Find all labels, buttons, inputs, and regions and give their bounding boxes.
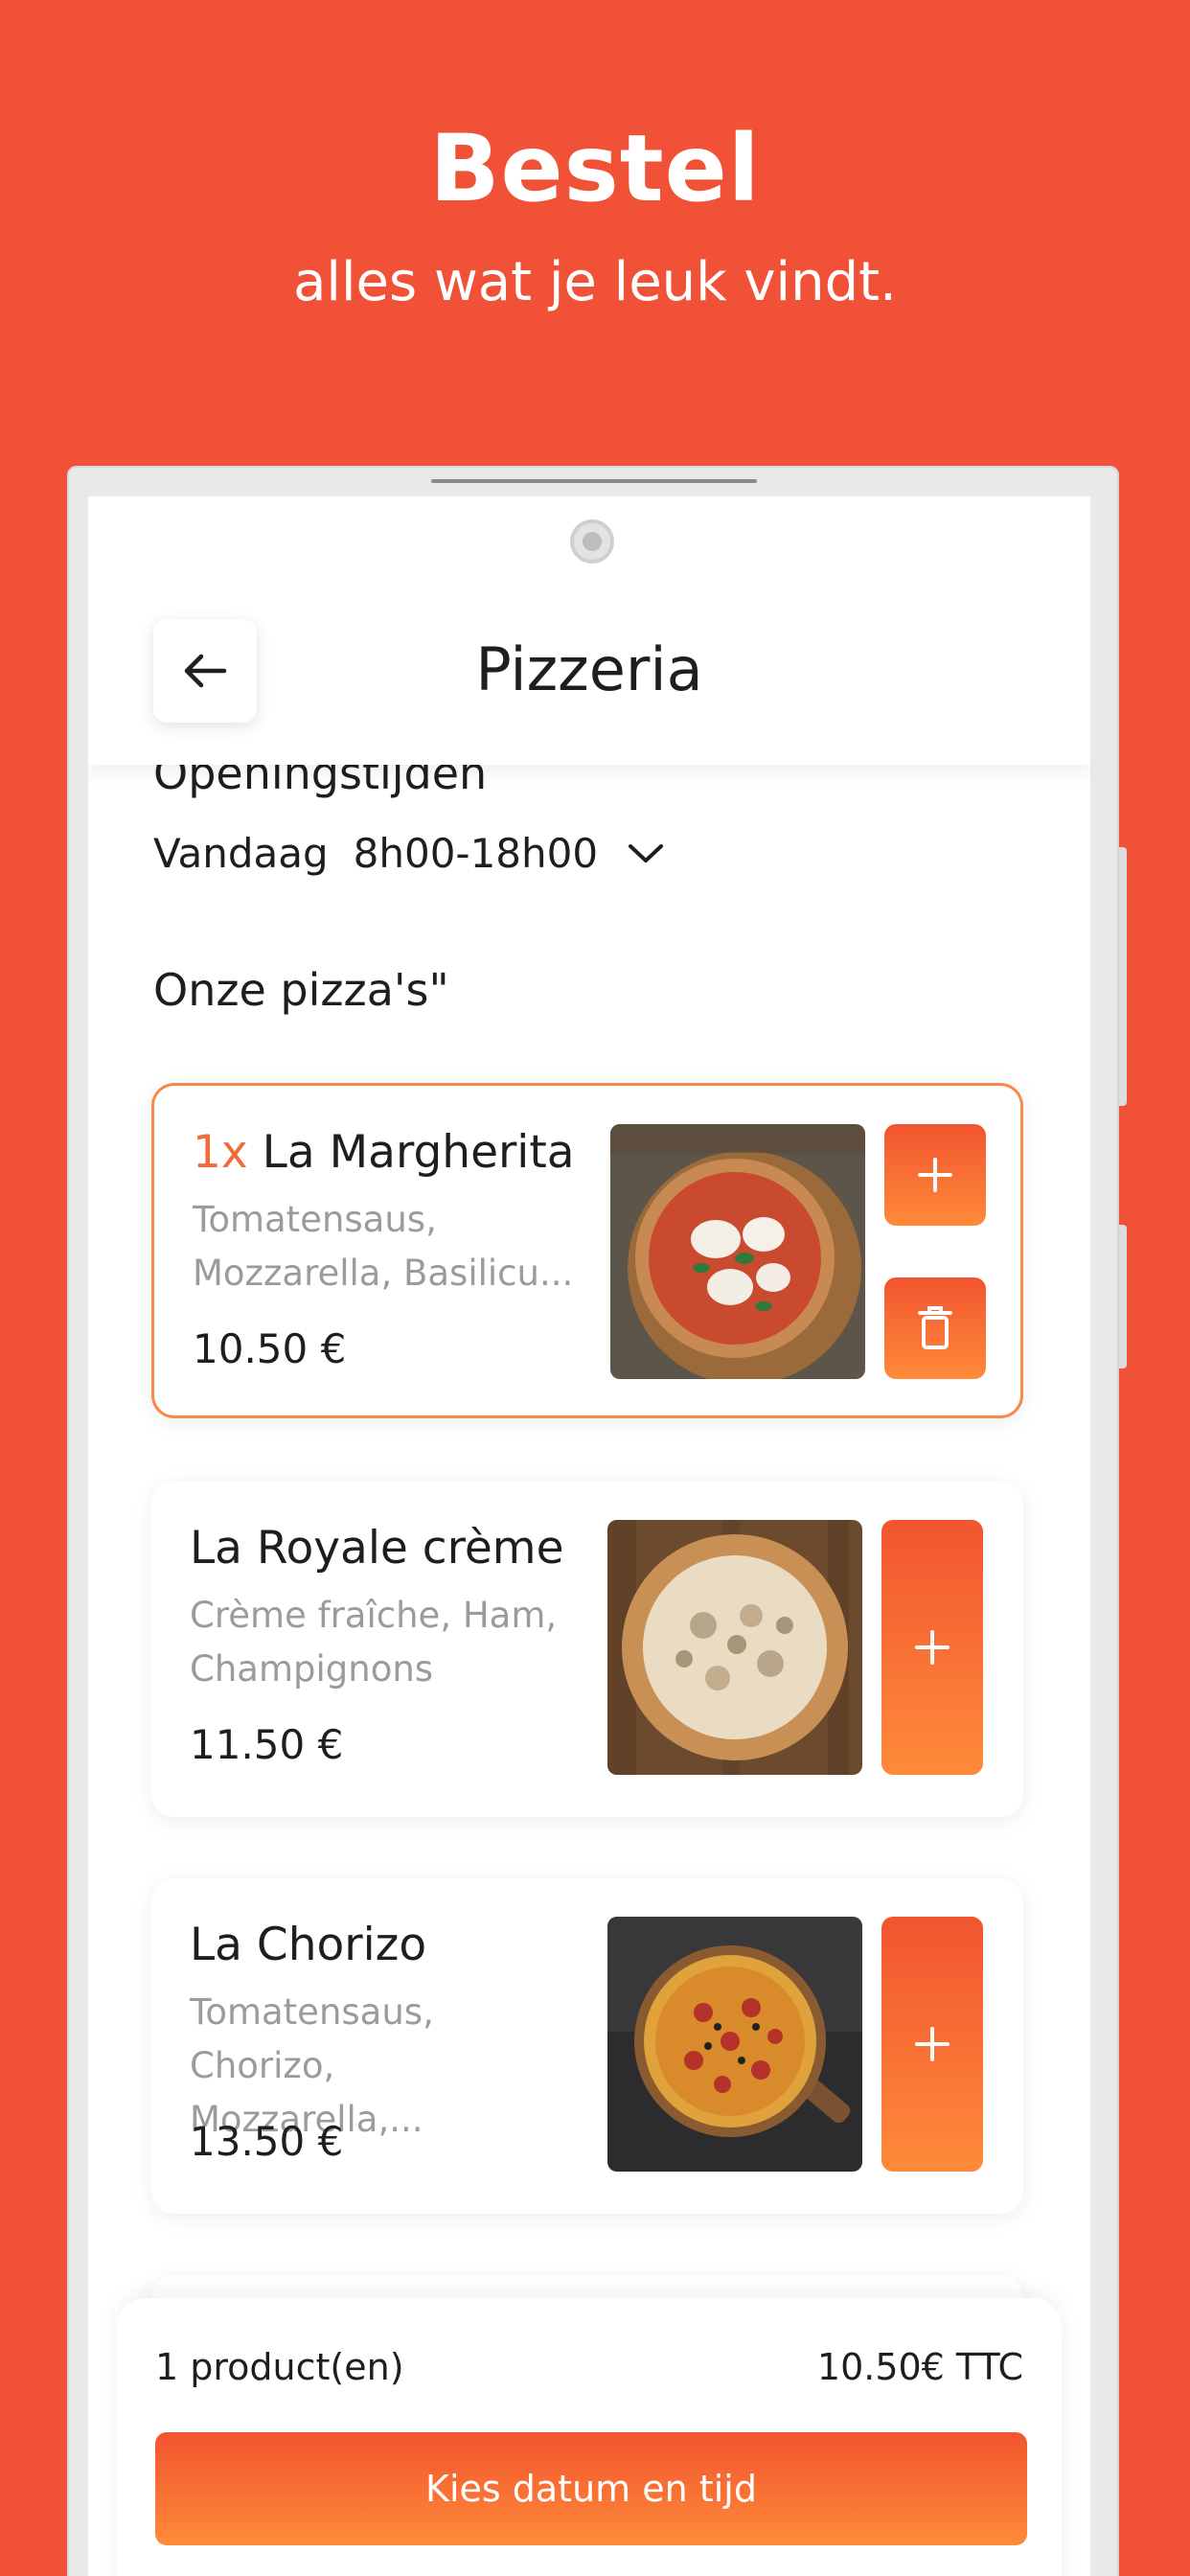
product-price: 13.50 € xyxy=(190,2118,344,2165)
product-name-row: La Royale crème xyxy=(190,1522,564,1575)
front-camera xyxy=(570,519,614,564)
cart-total: 10.50€ TTC xyxy=(816,2346,1023,2388)
product-description: Tomatensaus, Mozzarella, Basilicu... xyxy=(193,1199,574,1294)
chevron-down-icon[interactable] xyxy=(627,841,665,866)
add-button[interactable] xyxy=(881,1520,983,1775)
product-image xyxy=(610,1124,865,1379)
phone-frame: Openingstijden Vandaag 8h00-18h00 Onze p… xyxy=(67,466,1127,2576)
product-price: 10.50 € xyxy=(193,1325,347,1372)
opening-hours-time: 8h00-18h00 xyxy=(353,830,599,877)
product-name: La Chorizo xyxy=(190,1919,427,1971)
cart-bar: 1 product(en) 10.50€ TTC Kies datum en t… xyxy=(117,2298,1062,2576)
promo-title: Bestel xyxy=(429,115,761,222)
plus-icon xyxy=(915,2027,950,2061)
page-title: Pizzeria xyxy=(475,634,703,704)
plus-icon xyxy=(915,1630,950,1665)
opening-hours-row[interactable]: Vandaag 8h00-18h00 xyxy=(153,830,665,877)
app-header: Pizzeria xyxy=(88,496,1090,765)
choose-date-time-button[interactable]: Kies datum en tijd xyxy=(155,2432,1027,2545)
product-name-row: 1x La Margherita xyxy=(193,1126,575,1179)
phone-side-button xyxy=(1119,1225,1127,1368)
app-screen: Openingstijden Vandaag 8h00-18h00 Onze p… xyxy=(88,496,1090,2576)
product-card[interactable]: La Royale crème Crème fraîche, Ham, Cham… xyxy=(151,1482,1023,1817)
cart-count: 1 product(en) xyxy=(155,2346,404,2388)
phone-side-button xyxy=(1119,847,1127,1106)
product-description: Crème fraîche, Ham, Champignons xyxy=(190,1595,558,1690)
product-image xyxy=(607,1520,862,1775)
product-name: La Royale crème xyxy=(190,1522,564,1575)
product-card[interactable]: 1x La Margherita Tomatensaus, Mozzarella… xyxy=(151,1083,1023,1418)
product-name: La Margherita xyxy=(262,1126,575,1179)
product-quantity: 1x xyxy=(193,1126,248,1179)
section-title: Onze pizza's" xyxy=(153,964,449,1016)
product-price: 11.50 € xyxy=(190,1721,344,1768)
promo-subtitle: alles wat je leuk vindt. xyxy=(293,251,897,313)
product-card[interactable]: La Chorizo Tomatensaus, Chorizo, Mozzare… xyxy=(151,1878,1023,2214)
delete-button[interactable] xyxy=(884,1277,986,1379)
opening-hours-day: Vandaag xyxy=(153,830,329,877)
trash-icon xyxy=(918,1306,952,1349)
phone-speaker xyxy=(431,479,757,483)
plus-icon xyxy=(918,1158,952,1192)
add-button[interactable] xyxy=(884,1124,986,1226)
product-name-row: La Chorizo xyxy=(190,1919,426,1971)
product-image xyxy=(607,1917,862,2172)
add-button[interactable] xyxy=(881,1917,983,2172)
